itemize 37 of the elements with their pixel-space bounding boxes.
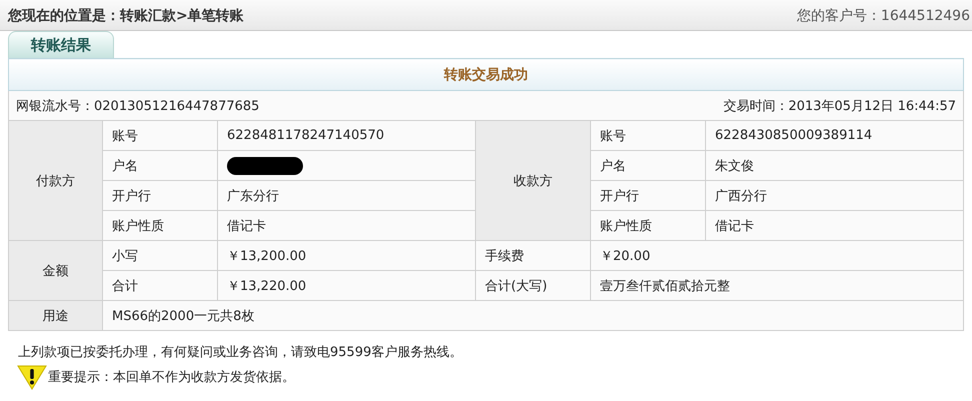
field-label: 账号 bbox=[102, 120, 218, 150]
tab[interactable]: 转账结果 bbox=[8, 31, 114, 58]
table-cell: 广西分行 bbox=[706, 180, 964, 210]
customer-number: 您的客户号：1644512496 bbox=[796, 7, 970, 25]
table-cell: ￥13,200.00 bbox=[218, 240, 476, 270]
serial-number: 网银流水号：02013051216447877685 bbox=[16, 98, 260, 114]
field-label: 账户性质 bbox=[102, 210, 218, 240]
table-cell: 朱文俊 bbox=[706, 150, 964, 180]
field-label: 小写 bbox=[102, 240, 218, 270]
table-cell: 广东分行 bbox=[218, 180, 476, 210]
field-label: 户名 bbox=[102, 150, 218, 180]
field-label: 开户行 bbox=[102, 180, 218, 210]
field-label: 开户行 bbox=[590, 180, 706, 210]
field-label: 账号 bbox=[590, 120, 706, 150]
row-header: 金额 bbox=[8, 240, 102, 300]
table-cell: MS66的2000一元共8枚 bbox=[102, 300, 964, 330]
row-header: 收款方 bbox=[476, 120, 590, 240]
table-cell: ￥20.00 bbox=[590, 240, 964, 270]
transaction-time: 交易时间：2013年05月12日 16:44:57 bbox=[723, 98, 956, 114]
field-label: 合计 bbox=[102, 270, 218, 300]
table-cell: 6228481178247140570 bbox=[218, 120, 476, 150]
breadcrumb: 您现在的位置是：转账汇款>单笔转账 bbox=[8, 7, 244, 25]
table-cell: 6228430850009389114 bbox=[706, 120, 964, 150]
table-cell: ￥13,220.00 bbox=[218, 270, 476, 300]
row-header: 用途 bbox=[8, 300, 102, 330]
notice-text: 上列款项已按委托办理，有何疑问或业务咨询，请致电95599客户服务热线。 bbox=[18, 344, 464, 361]
field-label: 账户性质 bbox=[590, 210, 706, 240]
warning-icon bbox=[17, 364, 47, 390]
warning-text: 重要提示：本回单不作为收款方发货依据。 bbox=[48, 369, 295, 386]
result-title: 转账交易成功 bbox=[8, 58, 964, 90]
field-label: 户名 bbox=[590, 150, 706, 180]
table-cell: 借记卡 bbox=[706, 210, 964, 240]
row-header: 付款方 bbox=[8, 120, 102, 240]
field-label: 手续费 bbox=[476, 240, 590, 270]
table-cell: 借记卡 bbox=[218, 210, 476, 240]
field-label: 合计(大写) bbox=[476, 270, 590, 300]
table-cell: 壹万叁仟贰佰贰拾元整 bbox=[590, 270, 964, 300]
